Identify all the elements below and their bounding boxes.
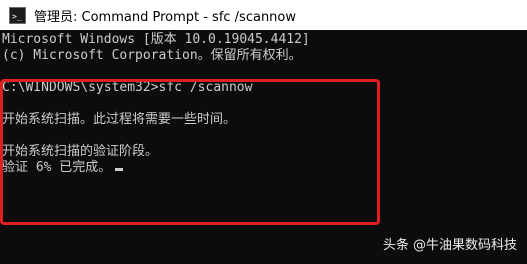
title-bar[interactable]: >_ 管理员: Command Prompt - sfc /scannow — [0, 0, 527, 30]
cmd-icon: >_ — [9, 6, 26, 24]
cmd-icon-glyph: >_ — [12, 11, 22, 21]
window-title: 管理员: Command Prompt - sfc /scannow — [34, 9, 297, 25]
console-line: (c) Microsoft Corporation。保留所有权利。 — [2, 48, 302, 63]
watermark: 头条 @牛油果数码科技 — [382, 238, 517, 253]
command-prompt-window: >_ 管理员: Command Prompt - sfc /scannow Mi… — [0, 0, 527, 264]
console-output[interactable]: Microsoft Windows [版本 10.0.19045.4412] (… — [0, 30, 527, 264]
highlight-annotation-box — [0, 79, 380, 225]
console-line: Microsoft Windows [版本 10.0.19045.4412] — [2, 32, 310, 47]
